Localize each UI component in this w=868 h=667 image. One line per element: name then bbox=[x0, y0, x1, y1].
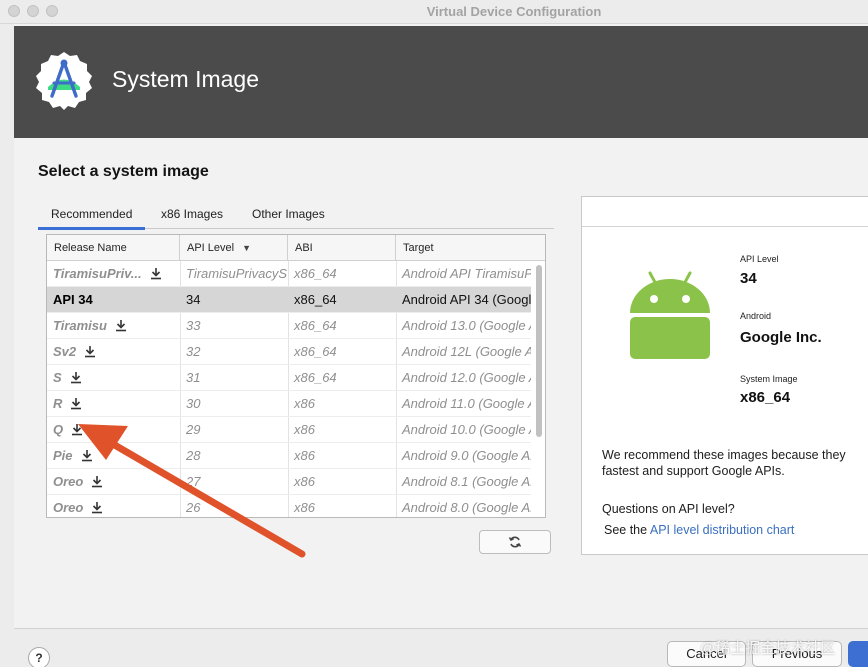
target-cell: Android 11.0 (Google APIs) bbox=[402, 396, 531, 411]
download-icon[interactable] bbox=[70, 371, 82, 384]
api-level-cell: 30 bbox=[186, 396, 201, 411]
tab-x86-images[interactable]: x86 Images bbox=[148, 204, 236, 230]
api-level-cell: 26 bbox=[186, 500, 201, 515]
release-name-cell: Oreo bbox=[47, 495, 180, 517]
recommendation-text: We recommend these images because they f… bbox=[602, 448, 846, 478]
release-name-cell: S bbox=[47, 365, 180, 391]
abi-cell: x86_64 bbox=[294, 344, 337, 359]
abi-cell: x86_64 bbox=[294, 266, 337, 281]
api-level-cell: 31 bbox=[186, 370, 201, 385]
scrollbar-thumb[interactable] bbox=[536, 265, 542, 437]
table-row[interactable]: Oreo 27 x86 Android 8.1 (Google APIs) bbox=[47, 469, 531, 495]
abi-cell: x86 bbox=[294, 422, 315, 437]
target-cell: Android 9.0 (Google APIs) bbox=[402, 448, 531, 463]
download-icon[interactable] bbox=[71, 423, 83, 436]
target-cell: Android 13.0 (Google APIs) bbox=[402, 318, 531, 333]
api-level-label: API Level bbox=[740, 254, 779, 264]
table-header: Release Name API Level ▼ ABI Target bbox=[47, 235, 545, 261]
abi-cell: x86 bbox=[294, 396, 315, 411]
api-level-question: Questions on API level? bbox=[602, 502, 735, 516]
api-level-cell: 33 bbox=[186, 318, 201, 333]
target-cell: Android 8.0 (Google APIs) bbox=[402, 500, 531, 515]
download-icon[interactable] bbox=[150, 267, 162, 280]
api-level-hint: See the API level distribution chart bbox=[604, 523, 795, 537]
release-name-cell: API 34 bbox=[53, 292, 93, 307]
table-row[interactable]: Q 29 x86 Android 10.0 (Google APIs) bbox=[47, 417, 531, 443]
abi-cell: x86_64 bbox=[294, 370, 337, 385]
table-row[interactable]: API 34 34 x86_64 Android API 34 (Google API… bbox=[47, 287, 531, 313]
help-button[interactable]: ? bbox=[28, 647, 50, 667]
table-row[interactable]: Oreo 26 x86 Android 8.0 (Google APIs) bbox=[47, 495, 531, 517]
system-image-value: x86_64 bbox=[740, 389, 791, 406]
android-robot-icon bbox=[630, 271, 710, 359]
table-row[interactable]: Sv2 32 x86_64 Android 12L (Google APIs) bbox=[47, 339, 531, 365]
column-header-target[interactable]: Target bbox=[396, 235, 532, 261]
table-row[interactable]: R 30 x86 Android 11.0 (Google APIs) bbox=[47, 391, 531, 417]
next-button[interactable] bbox=[848, 641, 868, 667]
api-level-cell: 34 bbox=[186, 292, 201, 307]
table-row[interactable]: Tiramisu 33 x86_64 Android 13.0 (Google API… bbox=[47, 313, 531, 339]
release-name-cell: Sv2 bbox=[47, 339, 180, 365]
image-tabs: Recommended x86 Images Other Images bbox=[38, 201, 554, 230]
abi-cell: x86_64 bbox=[294, 318, 337, 333]
system-image-table: Release Name API Level ▼ ABI Target Tiram… bbox=[46, 234, 546, 518]
table-scrollbar[interactable] bbox=[533, 261, 545, 517]
sort-descending-icon: ▼ bbox=[242, 243, 252, 253]
target-cell: Android 12L (Google APIs) bbox=[402, 344, 531, 359]
api-level-cell: 32 bbox=[186, 344, 201, 359]
target-cell: Android 8.1 (Google APIs) bbox=[402, 474, 531, 489]
title-bar: Virtual Device Configuration bbox=[0, 0, 868, 24]
api-level-cell: 28 bbox=[186, 448, 201, 463]
vendor-value: Google Inc. bbox=[740, 329, 822, 346]
api-level-cell: TiramisuPrivacyS bbox=[186, 266, 288, 281]
release-name-cell: Pie bbox=[47, 443, 180, 469]
target-cell: Android API 34 (Google APIs) bbox=[402, 292, 531, 307]
table-row[interactable]: S 31 x86_64 Android 12.0 (Google APIs) bbox=[47, 365, 531, 391]
header-title: System Image bbox=[112, 66, 259, 92]
android-studio-logo-icon bbox=[36, 52, 92, 110]
dialog-header: System Image bbox=[14, 26, 868, 138]
refresh-button[interactable] bbox=[479, 530, 551, 554]
column-header-abi[interactable]: ABI bbox=[288, 235, 396, 261]
target-cell: Android API TiramisuPrivacySandbox bbox=[402, 266, 531, 281]
release-name-cell: Tiramisu bbox=[47, 313, 180, 339]
watermark: @稀土掘金技术社区 bbox=[700, 640, 836, 657]
target-cell: Android 10.0 (Google APIs) bbox=[402, 422, 531, 437]
vendor-label: Android bbox=[740, 311, 772, 321]
release-name-cell: Q bbox=[47, 417, 180, 443]
download-icon[interactable] bbox=[91, 501, 103, 514]
table-row[interactable]: Pie 28 x86 Android 9.0 (Google APIs) bbox=[47, 443, 531, 469]
abi-cell: x86 bbox=[294, 500, 315, 515]
section-title: Select a system image bbox=[38, 163, 209, 180]
image-details-panel: API Level 34 Android Google Inc. System … bbox=[581, 196, 868, 555]
download-icon[interactable] bbox=[84, 345, 96, 358]
release-name-cell: Oreo bbox=[47, 469, 180, 495]
abi-cell: x86 bbox=[294, 474, 315, 489]
api-level-distribution-link[interactable]: API level distribution chart bbox=[650, 523, 795, 537]
tab-other-images[interactable]: Other Images bbox=[239, 204, 338, 230]
api-level-cell: 29 bbox=[186, 422, 201, 437]
system-image-label: System Image bbox=[740, 374, 798, 384]
table-row[interactable]: TiramisuPriv... TiramisuPrivacyS x86_64 And… bbox=[47, 261, 531, 287]
api-level-value: 34 bbox=[740, 270, 757, 287]
dialog-window: System Image Select a system image Recom… bbox=[14, 24, 868, 667]
refresh-icon bbox=[508, 536, 522, 548]
column-header-release-name[interactable]: Release Name bbox=[47, 235, 180, 261]
target-cell: Android 12.0 (Google APIs) bbox=[402, 370, 531, 385]
abi-cell: x86 bbox=[294, 448, 315, 463]
window-title: Virtual Device Configuration bbox=[426, 4, 602, 19]
abi-cell: x86_64 bbox=[294, 292, 337, 307]
download-icon[interactable] bbox=[81, 449, 93, 462]
download-icon[interactable] bbox=[70, 397, 82, 410]
release-name-cell: TiramisuPriv... bbox=[47, 261, 180, 287]
release-name-cell: R bbox=[47, 391, 180, 417]
download-icon[interactable] bbox=[115, 319, 127, 332]
api-level-cell: 27 bbox=[186, 474, 201, 489]
column-header-api-level[interactable]: API Level ▼ bbox=[180, 235, 288, 261]
download-icon[interactable] bbox=[91, 475, 103, 488]
tab-recommended[interactable]: Recommended bbox=[38, 204, 146, 230]
details-panel-header bbox=[582, 197, 868, 227]
